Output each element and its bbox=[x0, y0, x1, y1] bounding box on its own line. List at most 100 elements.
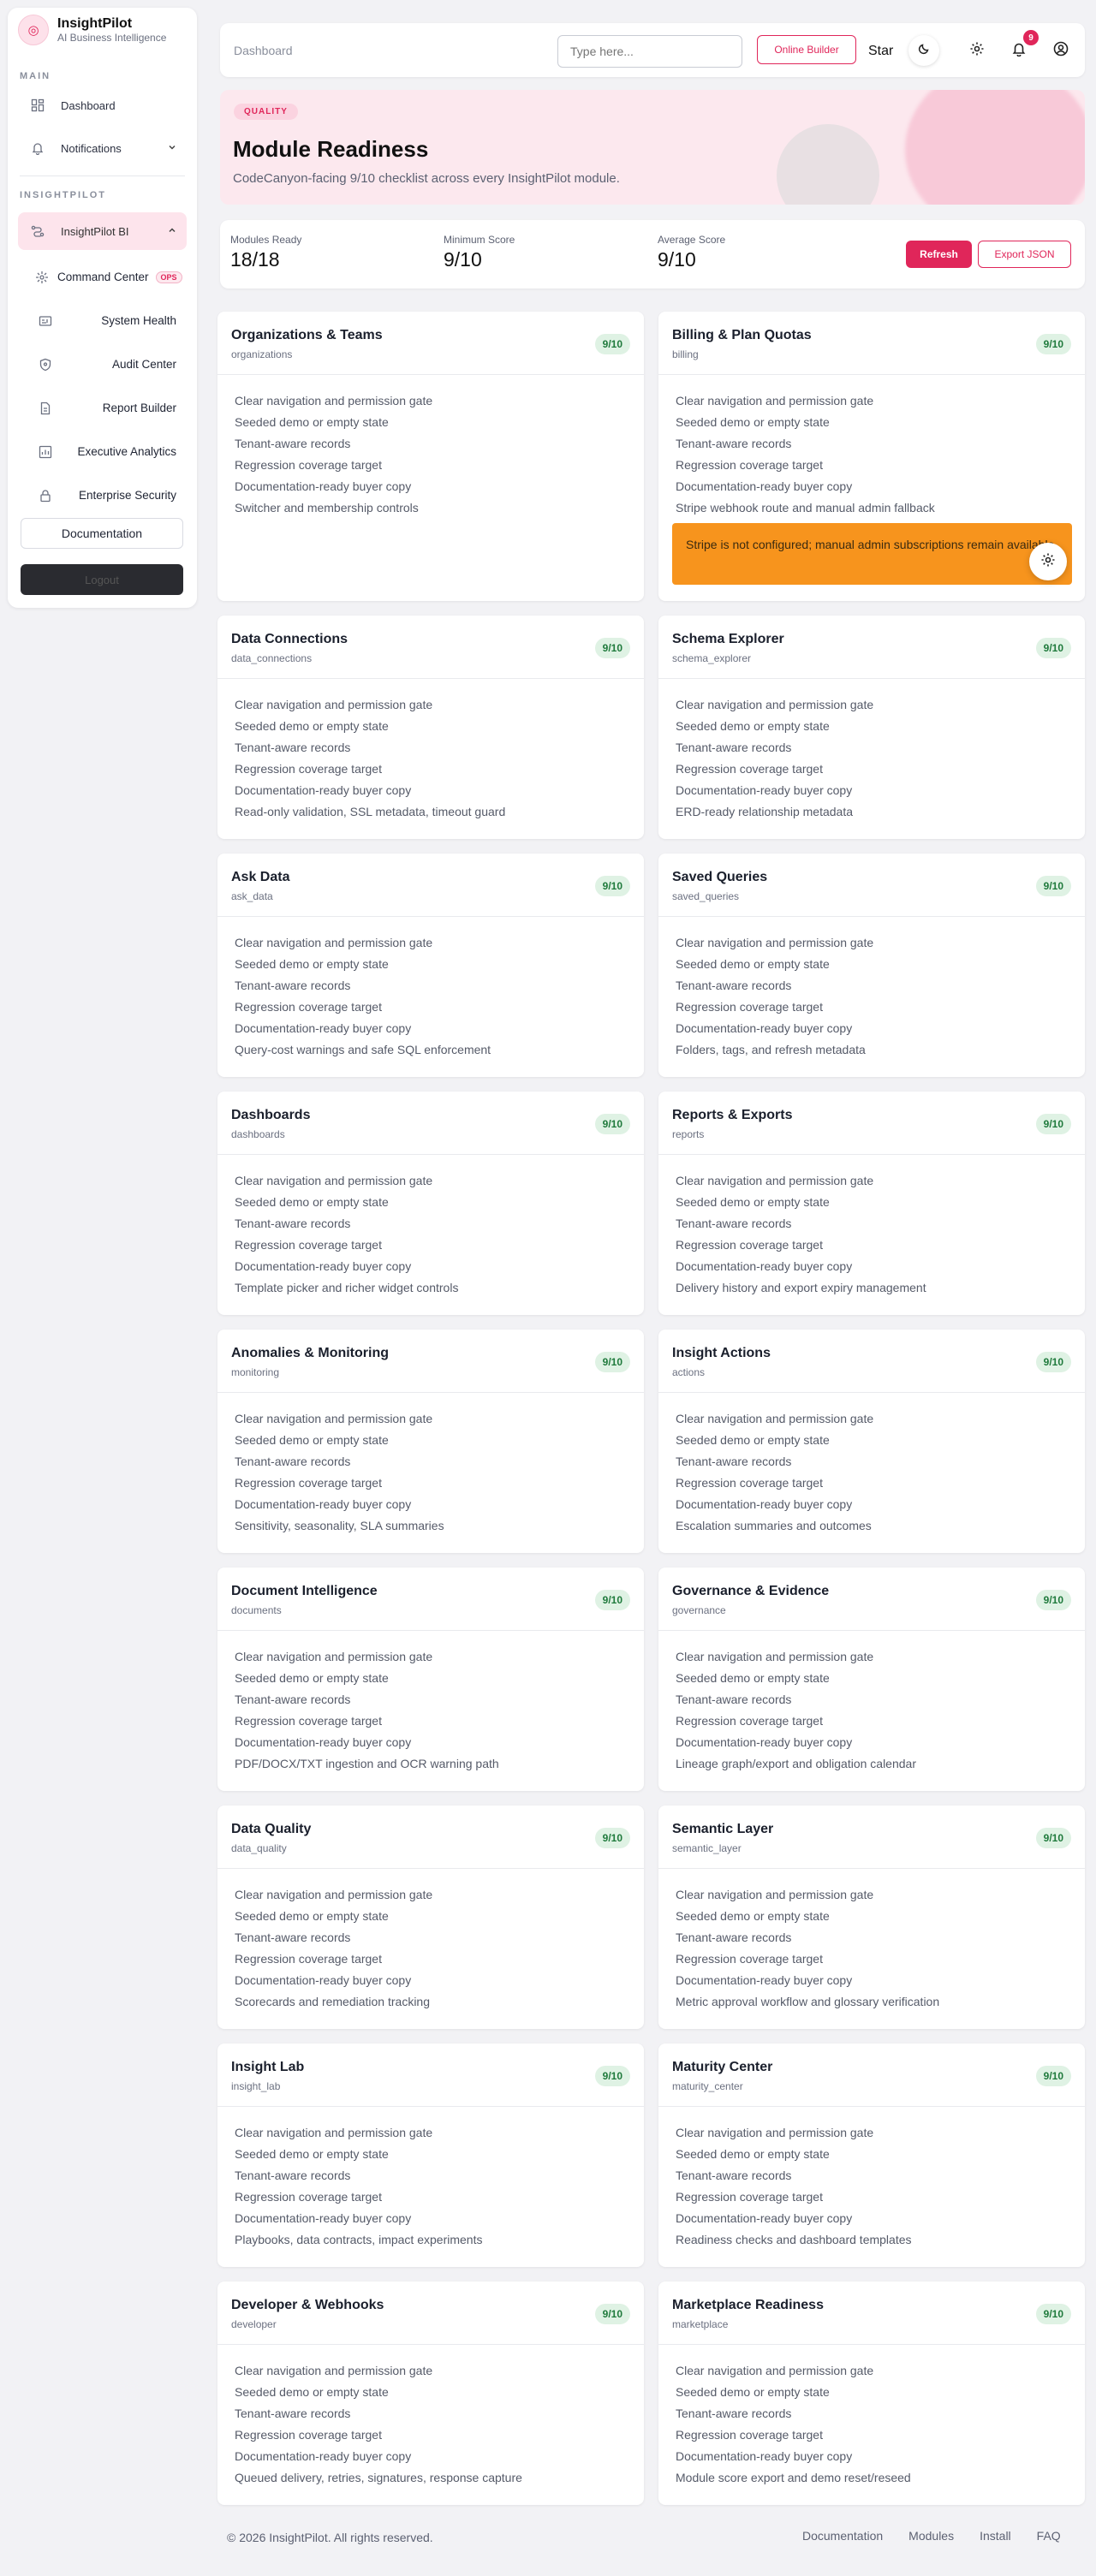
checklist-item: Regression coverage target bbox=[235, 762, 382, 776]
checklist-item: Tenant-aware records bbox=[235, 1217, 351, 1230]
module-card-header: Saved Queries saved_queries 9/10 bbox=[658, 854, 1085, 917]
checklist-item: Tenant-aware records bbox=[235, 741, 351, 754]
checklist-item: Seeded demo or empty state bbox=[235, 415, 389, 429]
module-score-badge: 9/10 bbox=[594, 1590, 630, 1610]
footer-link-install[interactable]: Install bbox=[980, 2529, 1011, 2543]
sidebar-section-insightpilot: INSIGHTPILOT bbox=[20, 190, 106, 200]
route-icon bbox=[28, 224, 47, 238]
footer-link-modules[interactable]: Modules bbox=[908, 2529, 954, 2543]
checklist-item: Tenant-aware records bbox=[676, 741, 792, 754]
checklist-item: Clear navigation and permission gate bbox=[235, 1174, 433, 1187]
search-input[interactable] bbox=[557, 35, 742, 68]
bell-icon bbox=[28, 141, 47, 155]
checklist-item: Documentation-ready buyer copy bbox=[235, 783, 412, 797]
refresh-button[interactable]: Refresh bbox=[906, 241, 972, 268]
sidebar-subitem-label: Report Builder bbox=[102, 402, 176, 414]
sidebar-item-label: Notifications bbox=[61, 141, 122, 155]
checklist-item: Documentation-ready buyer copy bbox=[676, 1497, 853, 1511]
checklist-item: Documentation-ready buyer copy bbox=[676, 2211, 853, 2225]
star-link[interactable]: Star bbox=[868, 44, 893, 59]
sidebar: ◎ InsightPilot AI Business Intelligence … bbox=[8, 8, 197, 608]
footer-link-documentation[interactable]: Documentation bbox=[802, 2529, 883, 2543]
module-card: Dashboards dashboards 9/10 Clear navigation… bbox=[217, 1092, 644, 1315]
checklist-item-module-specific: Read-only validation, SSL metadata, time… bbox=[235, 805, 506, 818]
brand[interactable]: ◎ InsightPilot AI Business Intelligence bbox=[8, 8, 197, 47]
sidebar-item-insightpilot-bi[interactable]: InsightPilot BI bbox=[18, 212, 187, 250]
checklist-item: Seeded demo or empty state bbox=[235, 2147, 389, 2161]
sidebar-subitem-system-health[interactable]: System Health bbox=[8, 299, 197, 342]
footer-copyright: © 2026 InsightPilot. All rights reserved… bbox=[227, 2531, 433, 2544]
module-slug: monitoring bbox=[231, 1366, 280, 1378]
sidebar-item-notifications[interactable]: Notifications bbox=[18, 129, 187, 167]
checklist-item: Tenant-aware records bbox=[235, 979, 351, 992]
module-card-header: Schema Explorer schema_explorer 9/10 bbox=[658, 616, 1085, 679]
module-card-header: Maturity Center maturity_center 9/10 bbox=[658, 2044, 1085, 2107]
sidebar-item-label: InsightPilot BI bbox=[61, 224, 129, 238]
module-checklist: Clear navigation and permission gate Seed… bbox=[658, 917, 1085, 1061]
checklist-item: Seeded demo or empty state bbox=[676, 1909, 830, 1923]
settings-button[interactable] bbox=[967, 40, 987, 61]
footer-link-faq[interactable]: FAQ bbox=[1037, 2529, 1061, 2543]
module-checklist: Clear navigation and permission gate Seed… bbox=[658, 375, 1085, 519]
sidebar-subitem-command-center[interactable]: Command Center OPS bbox=[8, 255, 197, 299]
sidebar-item-dashboard[interactable]: Dashboard bbox=[18, 86, 187, 124]
module-title: Developer & Webhooks bbox=[231, 2298, 384, 2312]
sidebar-subitem-audit-center[interactable]: Audit Center bbox=[8, 342, 197, 386]
brand-tagline: AI Business Intelligence bbox=[57, 32, 167, 44]
module-card-header: Anomalies & Monitoring monitoring 9/10 bbox=[217, 1330, 644, 1393]
sidebar-subitem-report-builder[interactable]: Report Builder bbox=[8, 386, 197, 430]
checklist-item: Documentation-ready buyer copy bbox=[676, 783, 853, 797]
module-card: Insight Actions actions 9/10 Clear navigati… bbox=[658, 1330, 1085, 1553]
module-title: Ask Data bbox=[231, 870, 290, 884]
stat-average-score: Average Score 9/10 bbox=[658, 234, 725, 271]
lock-icon bbox=[35, 489, 56, 503]
checklist-item-module-specific: Module score export and demo reset/resee… bbox=[676, 2471, 911, 2484]
module-card-header: Ask Data ask_data 9/10 bbox=[217, 854, 644, 917]
checklist-item: Clear navigation and permission gate bbox=[235, 2364, 433, 2377]
export-json-button[interactable]: Export JSON bbox=[978, 241, 1071, 268]
notification-count-badge: 9 bbox=[1023, 30, 1039, 45]
online-builder-button[interactable]: Online Builder bbox=[757, 35, 856, 64]
logout-button[interactable]: Logout bbox=[21, 564, 183, 595]
quality-badge: QUALITY bbox=[234, 104, 298, 120]
module-score-badge: 9/10 bbox=[1035, 1352, 1071, 1372]
checklist-item: Clear navigation and permission gate bbox=[235, 698, 433, 711]
account-button[interactable] bbox=[1051, 40, 1071, 61]
module-checklist: Clear navigation and permission gate Seed… bbox=[658, 679, 1085, 823]
module-score-badge: 9/10 bbox=[1035, 1590, 1071, 1610]
checklist-item: Seeded demo or empty state bbox=[676, 2147, 830, 2161]
checklist-item: Seeded demo or empty state bbox=[676, 1433, 830, 1447]
checklist-item: Seeded demo or empty state bbox=[235, 957, 389, 971]
topbar: Dashboard Online Builder Star 9 bbox=[220, 23, 1085, 77]
checklist-item: Tenant-aware records bbox=[676, 437, 792, 450]
checklist-item: Tenant-aware records bbox=[676, 1455, 792, 1468]
checklist-item: Seeded demo or empty state bbox=[235, 1433, 389, 1447]
breadcrumb[interactable]: Dashboard bbox=[234, 44, 293, 57]
module-title: Data Quality bbox=[231, 1822, 312, 1836]
checklist-item: Seeded demo or empty state bbox=[676, 719, 830, 733]
checklist-item: Regression coverage target bbox=[235, 2428, 382, 2442]
checklist-item: Regression coverage target bbox=[676, 458, 823, 472]
checklist-item: Tenant-aware records bbox=[235, 2168, 351, 2182]
theme-toggle-button[interactable] bbox=[908, 35, 939, 66]
module-score-badge: 9/10 bbox=[594, 1828, 630, 1848]
floating-settings-button[interactable] bbox=[1029, 543, 1067, 580]
module-title: Governance & Evidence bbox=[672, 1584, 830, 1598]
server-icon bbox=[35, 314, 56, 328]
sidebar-subitem-label: Executive Analytics bbox=[77, 445, 176, 458]
checklist-item: Seeded demo or empty state bbox=[235, 1909, 389, 1923]
module-title: Saved Queries bbox=[672, 870, 768, 884]
module-card-header: Semantic Layer semantic_layer 9/10 bbox=[658, 1806, 1085, 1869]
chevron-down-icon bbox=[168, 142, 176, 154]
sidebar-subitem-enterprise-security[interactable]: Enterprise Security bbox=[8, 473, 197, 503]
checklist-item: Documentation-ready buyer copy bbox=[676, 1735, 853, 1749]
documentation-button[interactable]: Documentation bbox=[21, 518, 183, 549]
checklist-item: Documentation-ready buyer copy bbox=[676, 1021, 853, 1035]
module-score-badge: 9/10 bbox=[1035, 2304, 1071, 2324]
sidebar-subitem-executive-analytics[interactable]: Executive Analytics bbox=[8, 430, 197, 473]
module-score-badge: 9/10 bbox=[1035, 638, 1071, 658]
module-title: Dashboards bbox=[231, 1108, 311, 1122]
checklist-item: Regression coverage target bbox=[676, 2428, 823, 2442]
checklist-item: Clear navigation and permission gate bbox=[676, 1650, 874, 1663]
module-title: Insight Lab bbox=[231, 2060, 305, 2074]
